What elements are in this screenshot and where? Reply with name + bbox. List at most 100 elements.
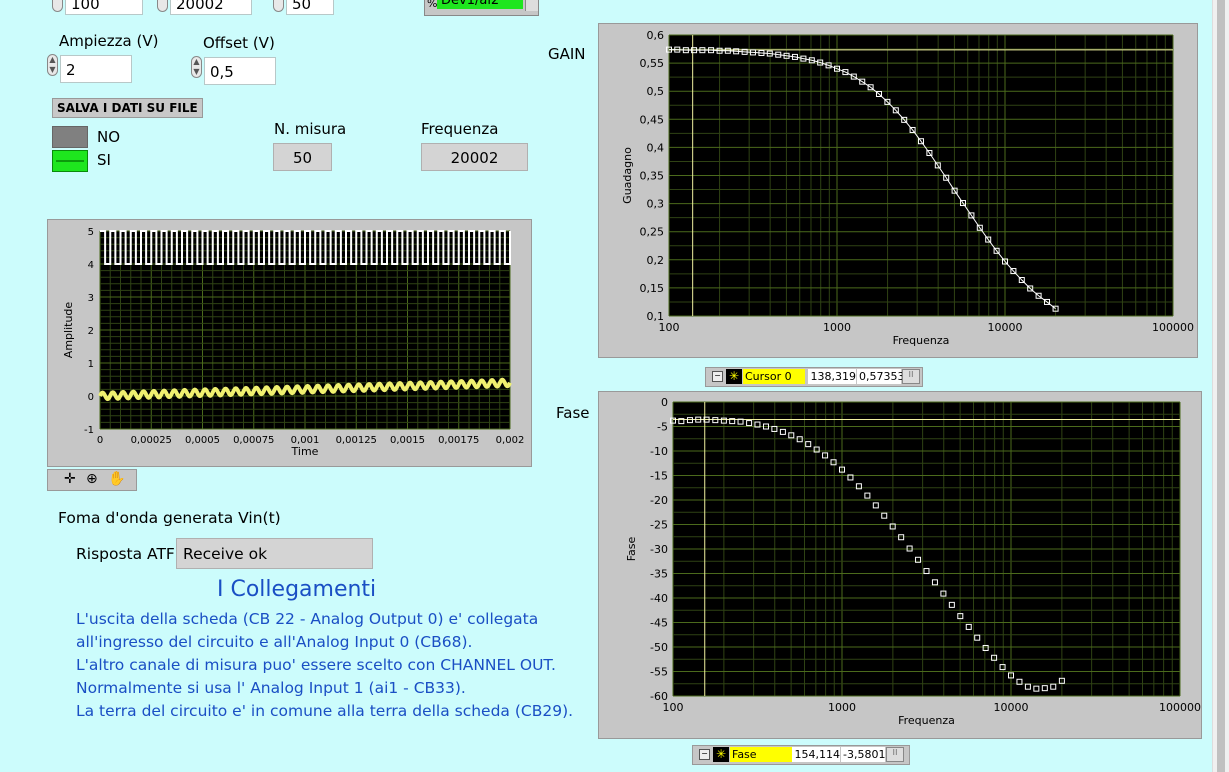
x-tick-label: 0,0005 (185, 435, 220, 446)
window-scrollbar[interactable] (1212, 0, 1229, 772)
atf-label: Risposta ATF (76, 545, 175, 563)
pan-tool-icon[interactable]: ✋ (108, 471, 125, 487)
channel-select[interactable]: % Dev1/ai2 (424, 0, 539, 16)
offset-spinner[interactable]: ▲ ▼ (191, 56, 202, 78)
fase-caption: Fase (556, 404, 590, 422)
gain-cursor-x: 138,319 (808, 369, 856, 384)
ampiezza-spinner[interactable]: ▲ ▼ (47, 54, 58, 76)
x-tick-label: 0,0015 (390, 435, 425, 446)
fase-cursor-name: Fase (730, 747, 792, 762)
x-tick-label: 0,002 (496, 435, 525, 446)
y-axis-label: Amplitude (62, 302, 75, 359)
waveform-plot: 543210-10 0,00025 0,0005 0,00075 0,001 0,0012… (62, 227, 525, 458)
y-tick-label: -10 (650, 445, 668, 458)
zoom-tool-icon[interactable]: ⊕ (86, 471, 98, 487)
square-wave-series (100, 230, 511, 265)
x-axis-label: Time (291, 445, 319, 458)
y-tick-label: -15 (650, 470, 668, 483)
x-axis-label: Frequenza (893, 334, 950, 347)
x-tick-label: 0,00175 (438, 435, 479, 446)
scrollbar-thumb[interactable] (1217, 0, 1225, 772)
y-tick-label: 0,2 (647, 254, 665, 267)
gain-graph[interactable]: 0,6 0,55 0,5 0,45 0,4 0,35 0,3 0,25 0,2 0,15 0,1 10… (598, 23, 1198, 358)
y-tick-label: 0,55 (640, 57, 665, 70)
x-tick-label: 0,00075 (233, 435, 274, 446)
salva-title: SALVA I DATI SU FILE (52, 98, 203, 118)
vin-caption: Foma d'onda generata Vin(t) (58, 509, 281, 527)
y-tick-label: 3 (88, 293, 94, 304)
salva-si-led[interactable] (52, 150, 88, 172)
y-tick-label: 0,6 (647, 29, 665, 42)
x-tick-label: 0,00025 (131, 435, 172, 446)
x-axis-label: Frequenza (898, 714, 955, 727)
collegamenti-line-4: Normalmente si usa l' Analog Input 1 (ai… (76, 679, 466, 697)
top-value-3-field[interactable]: 50 (286, 0, 334, 15)
y-tick-label: 0,3 (647, 198, 665, 211)
gain-cursor-legend[interactable]: − ✳ Cursor 0 138,319 0,57353 ⁝⁝ (705, 367, 923, 387)
y-tick-label: 2 (88, 326, 94, 337)
x-tick-label: 0,00125 (336, 435, 377, 446)
y-tick-label: 5 (88, 227, 94, 238)
collapse-icon[interactable]: − (712, 371, 723, 382)
y-tick-label: -1 (84, 425, 94, 436)
cursor-move-icon[interactable]: ⁝⁝ (902, 369, 920, 384)
y-tick-label: 0,45 (640, 113, 665, 126)
x-tick-label: 0 (97, 435, 103, 446)
gain-caption: GAIN (548, 45, 586, 63)
collapse-icon[interactable]: − (699, 749, 710, 760)
top-value-2-spinner[interactable] (157, 0, 168, 12)
offset-label: Offset (V) (203, 34, 275, 52)
fase-cursor-y: -3,5801 (841, 747, 886, 762)
cursor-icon: ✳ (726, 369, 742, 384)
n-misura-indicator: 50 (273, 143, 332, 171)
y-tick-label: -50 (650, 641, 668, 654)
fase-graph[interactable]: 0 -5 -10 -15 -20 -25 -30 -35 -40 -45 -50 -55 -60 100 1… (598, 391, 1202, 739)
salva-no-led[interactable] (52, 126, 88, 148)
top-value-3-spinner[interactable] (273, 0, 284, 12)
y-tick-label: 0 (88, 392, 94, 403)
graph-palette: ✛ ⊕ ✋ (47, 469, 137, 491)
fase-cursor-legend[interactable]: − ✳ Fase 154,114 -3,5801 ⁝⁝ (692, 745, 910, 765)
x-tick-label: 100000 (1159, 701, 1201, 714)
top-value-2-field[interactable]: 20002 (170, 0, 252, 15)
waveform-graph[interactable]: 5 4 3 2 1 0 -1 0 0,00025 0,0005 0,00075 0,001 0,0012… (47, 219, 532, 467)
y-tick-label: 4 (88, 260, 94, 271)
ampiezza-field[interactable]: 2 (60, 55, 132, 83)
salva-si-label: SI (97, 151, 111, 169)
collegamenti-title: I Collegamenti (217, 577, 377, 602)
collegamenti-line-5: La terra del circuito e' in comune alla … (76, 702, 574, 720)
fase-plot: 0-5-10-15-20-25-30-35-40-45-50-55-60100 1… (625, 396, 1201, 727)
channel-prefix: % (427, 0, 438, 10)
gain-cursor-y: 0,57353 (857, 369, 905, 384)
collegamenti-line-1: L'uscita della scheda (CB 22 - Analog Ou… (76, 610, 539, 628)
top-value-1-field[interactable]: 100 (65, 0, 143, 15)
y-tick-label: -5 (657, 421, 668, 434)
collegamenti-line-2: all'ingresso del circuito e all'Analog I… (76, 633, 473, 651)
y-axis-label: Fase (625, 536, 638, 561)
y-tick-label: 0,25 (640, 226, 665, 239)
collegamenti-line-3: L'altro canale di misura puo' essere sce… (76, 656, 556, 674)
x-tick-label: 100000 (1152, 321, 1194, 334)
y-tick-label: 0,5 (647, 85, 665, 98)
y-tick-label: 0,15 (640, 282, 665, 295)
y-tick-label: -20 (650, 494, 668, 507)
x-tick-label: 1000 (828, 701, 856, 714)
n-misura-label: N. misura (274, 120, 347, 138)
y-tick-label: 1 (88, 359, 94, 370)
cursor-move-icon[interactable]: ⁝⁝ (886, 747, 904, 762)
y-tick-label: -35 (650, 568, 668, 581)
atf-indicator: Receive ok (176, 538, 373, 569)
gain-cursor-name: Cursor 0 (743, 369, 805, 384)
frequenza-label: Frequenza (421, 120, 499, 138)
y-tick-label: -45 (650, 617, 668, 630)
salva-no-label: NO (97, 128, 121, 146)
top-value-1-spinner[interactable] (52, 0, 63, 12)
y-tick-label: -30 (650, 543, 668, 556)
offset-field[interactable]: 0,5 (204, 57, 276, 85)
gain-plot: 0,60,550,50,450,40,350,30,250,20,150,110… (621, 29, 1194, 347)
y-tick-label: 0 (661, 396, 668, 409)
channel-dropdown-icon[interactable] (525, 0, 538, 11)
cursor-tool-icon[interactable]: ✛ (64, 471, 76, 487)
y-axis-label: Guadagno (621, 147, 634, 204)
y-tick-label: 0,35 (640, 170, 665, 183)
